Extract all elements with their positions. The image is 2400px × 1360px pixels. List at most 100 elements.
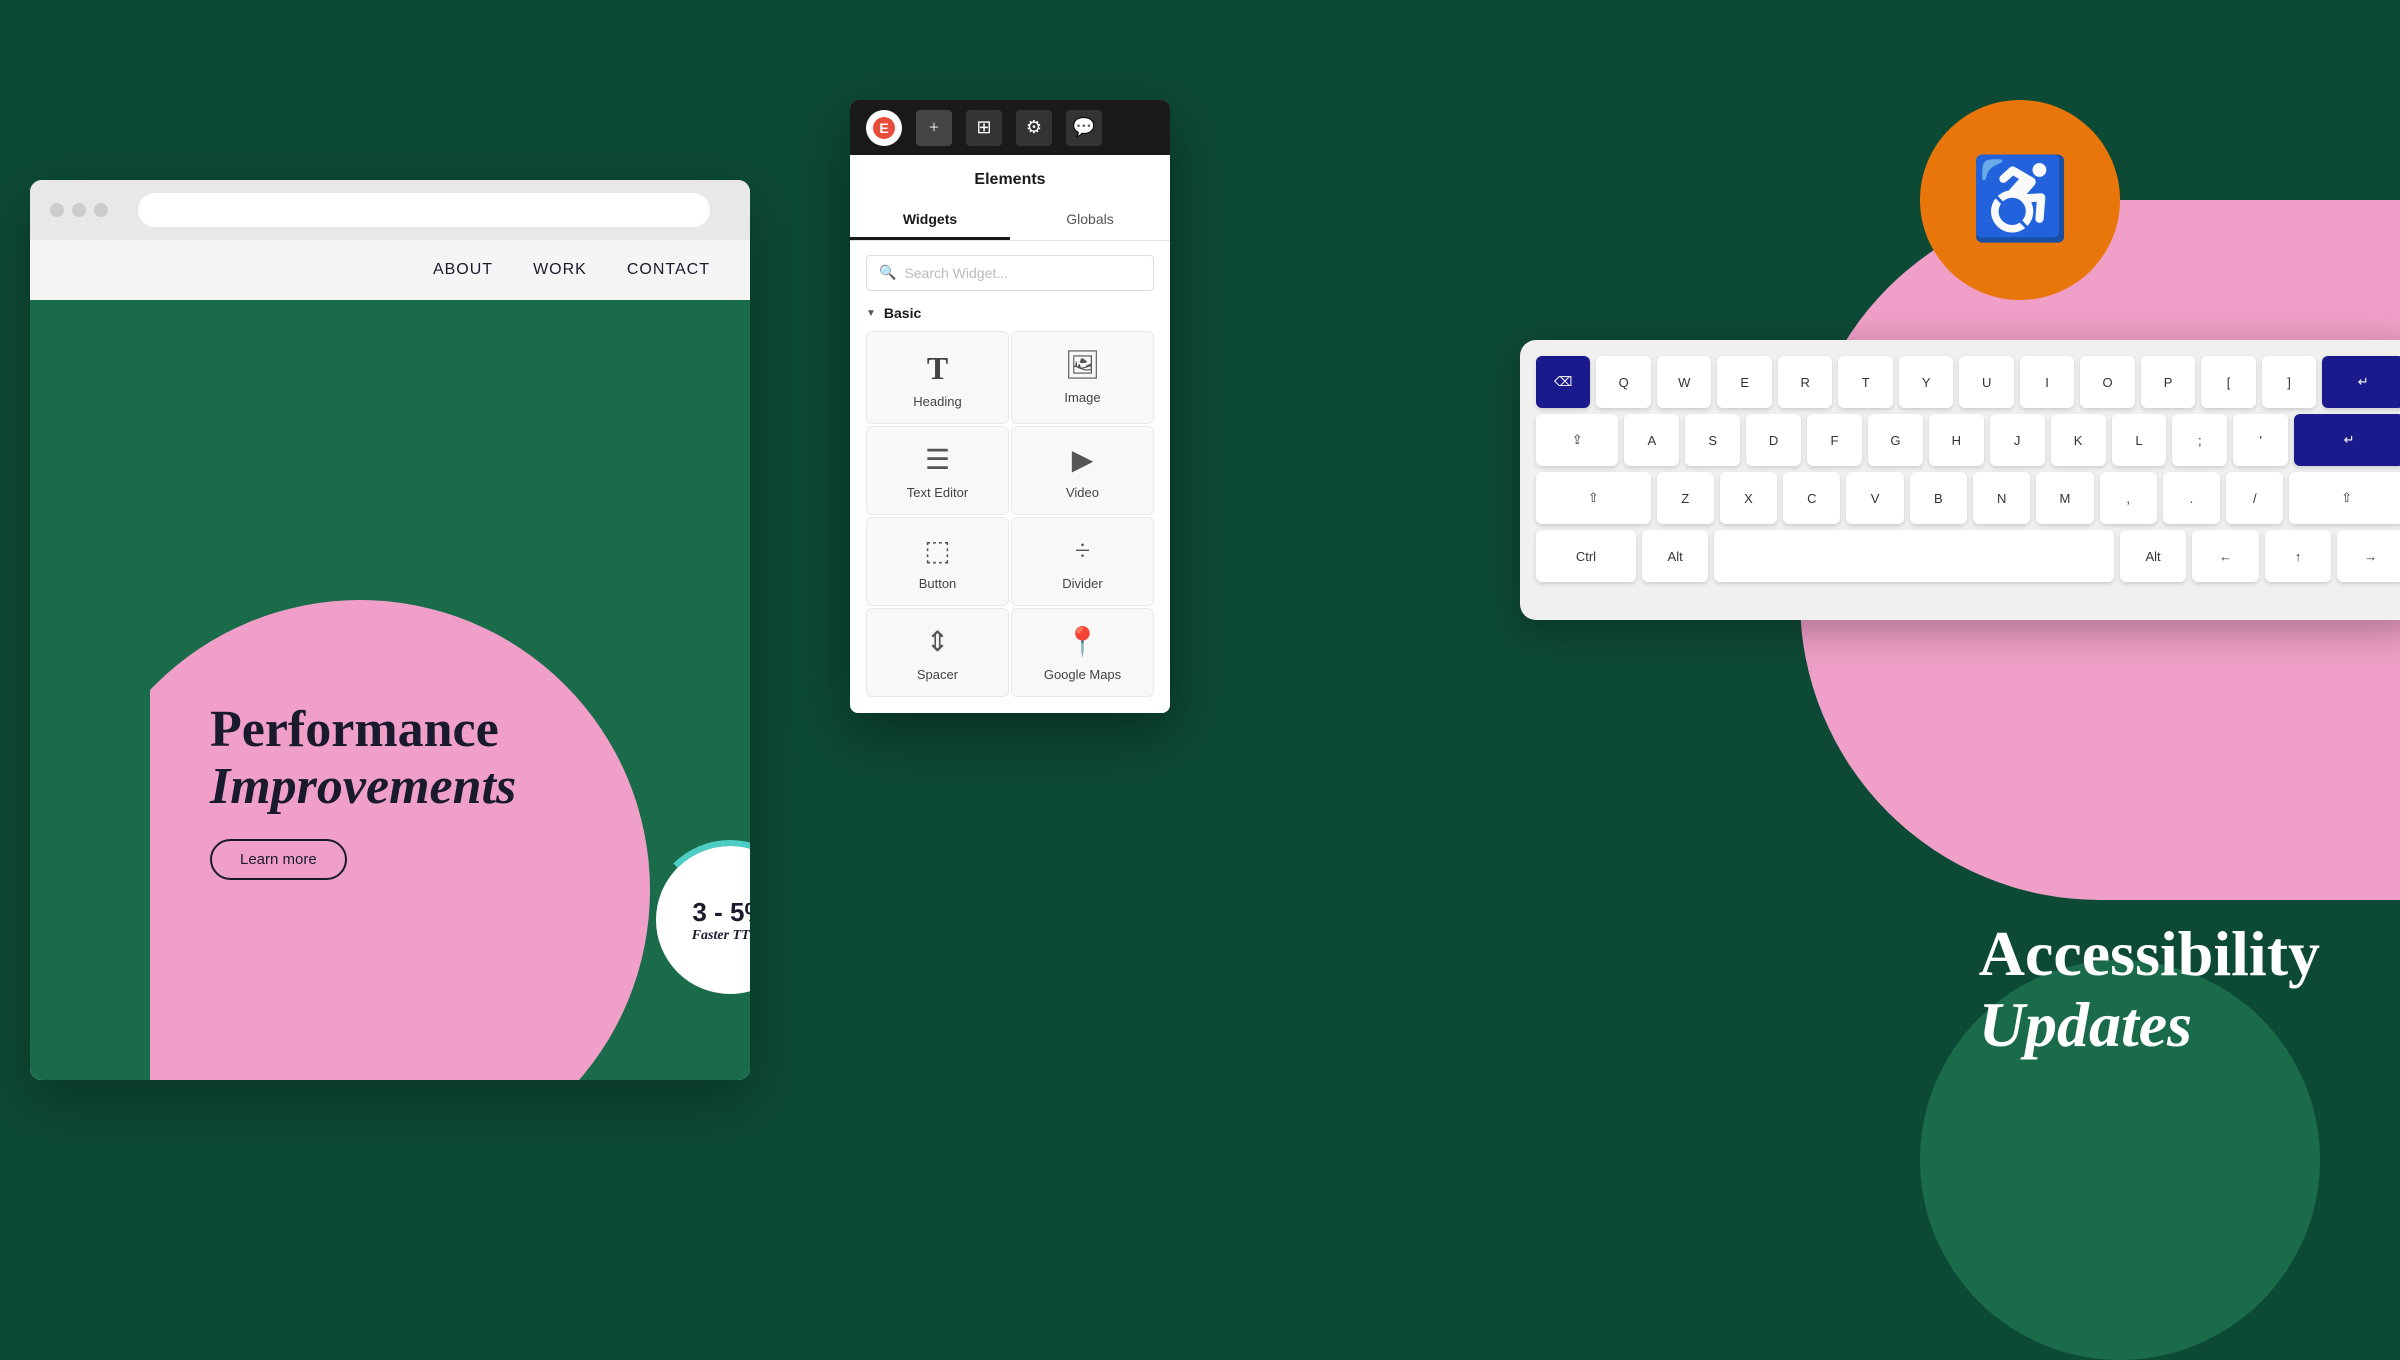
divider-icon: ÷ bbox=[1075, 538, 1090, 566]
key-alt-right[interactable]: Alt bbox=[2120, 530, 2187, 582]
hero-content: Performance Improvements Learn more bbox=[210, 701, 516, 880]
key-backtick[interactable]: ⌫ bbox=[1536, 356, 1590, 408]
key-m[interactable]: M bbox=[2036, 472, 2093, 524]
browser-sidebar bbox=[30, 300, 150, 1080]
tab-widgets[interactable]: Widgets bbox=[850, 201, 1010, 240]
settings-button[interactable]: ⚙ bbox=[1016, 110, 1052, 146]
key-k[interactable]: K bbox=[2051, 414, 2106, 466]
browser-dot-2 bbox=[72, 203, 86, 217]
speed-badge-inner: 3 - 5% Faster TTFB bbox=[650, 840, 750, 1000]
learn-more-button[interactable]: Learn more bbox=[210, 839, 347, 880]
text-editor-icon: ☰ bbox=[925, 447, 950, 475]
heading-icon: T bbox=[927, 352, 948, 384]
key-l[interactable]: L bbox=[2112, 414, 2167, 466]
layers-button[interactable]: ⊞ bbox=[966, 110, 1002, 146]
key-enter[interactable]: ↵ bbox=[2322, 356, 2400, 408]
widget-spacer[interactable]: ⇕ Spacer bbox=[866, 608, 1009, 697]
widget-heading[interactable]: T Heading bbox=[866, 331, 1009, 424]
nav-work[interactable]: WORK bbox=[533, 261, 587, 279]
key-s[interactable]: S bbox=[1685, 414, 1740, 466]
comment-icon: 💬 bbox=[1073, 117, 1095, 138]
speed-number: 3 - 5% bbox=[692, 897, 750, 928]
browser-dot-1 bbox=[50, 203, 64, 217]
key-slash[interactable]: / bbox=[2226, 472, 2283, 524]
key-arrow-left[interactable]: ← bbox=[2192, 530, 2259, 582]
key-bracket-open[interactable]: [ bbox=[2201, 356, 2255, 408]
key-semicolon[interactable]: ; bbox=[2172, 414, 2227, 466]
key-x[interactable]: X bbox=[1720, 472, 1777, 524]
key-t[interactable]: T bbox=[1838, 356, 1892, 408]
widget-video[interactable]: ▶ Video bbox=[1011, 426, 1154, 515]
key-comma[interactable]: , bbox=[2100, 472, 2157, 524]
tab-globals[interactable]: Globals bbox=[1010, 201, 1170, 240]
keyboard-row-1: ⌫ Q W E R T Y U I O P [ ] ↵ bbox=[1536, 356, 2400, 408]
key-period[interactable]: . bbox=[2163, 472, 2220, 524]
key-c[interactable]: C bbox=[1783, 472, 1840, 524]
key-a[interactable]: A bbox=[1624, 414, 1679, 466]
key-r[interactable]: R bbox=[1778, 356, 1832, 408]
browser-dot-3 bbox=[94, 203, 108, 217]
key-shift-right[interactable]: ⇧ bbox=[2289, 472, 2400, 524]
elementor-logo-inner: E bbox=[873, 117, 895, 139]
panel-title: Elements bbox=[850, 171, 1170, 189]
maps-icon: 📍 bbox=[1065, 629, 1100, 657]
elementor-panel-wrapper: E + ⊞ ⚙ 💬 Elements Widgets Globals bbox=[850, 100, 1170, 713]
add-element-button[interactable]: + bbox=[916, 110, 952, 146]
elementor-logo[interactable]: E bbox=[866, 110, 902, 146]
elementor-panel: E + ⊞ ⚙ 💬 Elements Widgets Globals bbox=[850, 100, 1170, 713]
key-n[interactable]: N bbox=[1973, 472, 2030, 524]
key-g[interactable]: G bbox=[1868, 414, 1923, 466]
key-alt-left[interactable]: Alt bbox=[1642, 530, 1709, 582]
widget-text-editor[interactable]: ☰ Text Editor bbox=[866, 426, 1009, 515]
key-e[interactable]: E bbox=[1717, 356, 1771, 408]
hero-title: Performance Improvements bbox=[210, 701, 516, 815]
key-ctrl[interactable]: Ctrl bbox=[1536, 530, 1636, 582]
browser-bar bbox=[30, 180, 750, 240]
comments-button[interactable]: 💬 bbox=[1066, 110, 1102, 146]
key-arrow-right[interactable]: → bbox=[2337, 530, 2400, 582]
key-q[interactable]: Q bbox=[1596, 356, 1650, 408]
browser-url-bar[interactable] bbox=[138, 193, 710, 227]
key-z[interactable]: Z bbox=[1657, 472, 1714, 524]
keyboard-row-3: ⇧ Z X C V B N M , . / ⇧ bbox=[1536, 472, 2400, 524]
browser-content: Performance Improvements Learn more 3 - … bbox=[30, 300, 750, 1080]
elementor-e-icon: E bbox=[879, 120, 888, 136]
speed-label: Faster TTFB bbox=[692, 928, 750, 944]
key-y[interactable]: Y bbox=[1899, 356, 1953, 408]
key-space[interactable] bbox=[1714, 530, 2113, 582]
video-icon: ▶ bbox=[1072, 447, 1094, 475]
key-shift-left[interactable]: ⇧ bbox=[1536, 472, 1651, 524]
key-enter-2[interactable]: ↵ bbox=[2294, 414, 2400, 466]
button-icon: ⬚ bbox=[924, 538, 950, 566]
key-quote[interactable]: ' bbox=[2233, 414, 2288, 466]
widget-image[interactable]: 🖼 Image bbox=[1011, 331, 1154, 424]
key-arrow-up[interactable]: ↑ bbox=[2265, 530, 2332, 582]
key-u[interactable]: U bbox=[1959, 356, 2013, 408]
key-f[interactable]: F bbox=[1807, 414, 1862, 466]
key-w[interactable]: W bbox=[1657, 356, 1711, 408]
key-caps[interactable]: ⇪ bbox=[1536, 414, 1618, 466]
key-v[interactable]: V bbox=[1846, 472, 1903, 524]
key-h[interactable]: H bbox=[1929, 414, 1984, 466]
key-o[interactable]: O bbox=[2080, 356, 2134, 408]
accessibility-person-icon: ♿ bbox=[1970, 160, 2070, 240]
widget-google-maps[interactable]: 📍 Google Maps bbox=[1011, 608, 1154, 697]
speed-badge: 3 - 5% Faster TTFB bbox=[650, 840, 750, 1000]
widget-text-editor-label: Text Editor bbox=[907, 485, 968, 500]
left-section: ABOUT WORK CONTACT Performance Improveme… bbox=[0, 0, 780, 1260]
key-b[interactable]: B bbox=[1910, 472, 1967, 524]
widget-button[interactable]: ⬚ Button bbox=[866, 517, 1009, 606]
key-d[interactable]: D bbox=[1746, 414, 1801, 466]
key-p[interactable]: P bbox=[2141, 356, 2195, 408]
widget-video-label: Video bbox=[1066, 485, 1099, 500]
key-i[interactable]: I bbox=[2020, 356, 2074, 408]
search-widget[interactable]: 🔍 Search Widget... bbox=[866, 255, 1154, 291]
key-j[interactable]: J bbox=[1990, 414, 2045, 466]
browser-main: Performance Improvements Learn more 3 - … bbox=[150, 300, 750, 1080]
key-bracket-close[interactable]: ] bbox=[2262, 356, 2316, 408]
nav-about[interactable]: ABOUT bbox=[433, 261, 493, 279]
nav-contact[interactable]: CONTACT bbox=[627, 261, 710, 279]
widget-divider[interactable]: ÷ Divider bbox=[1011, 517, 1154, 606]
accessibility-title: Accessibility Updates bbox=[1979, 919, 2320, 1060]
browser-window: ABOUT WORK CONTACT Performance Improveme… bbox=[30, 180, 750, 1080]
